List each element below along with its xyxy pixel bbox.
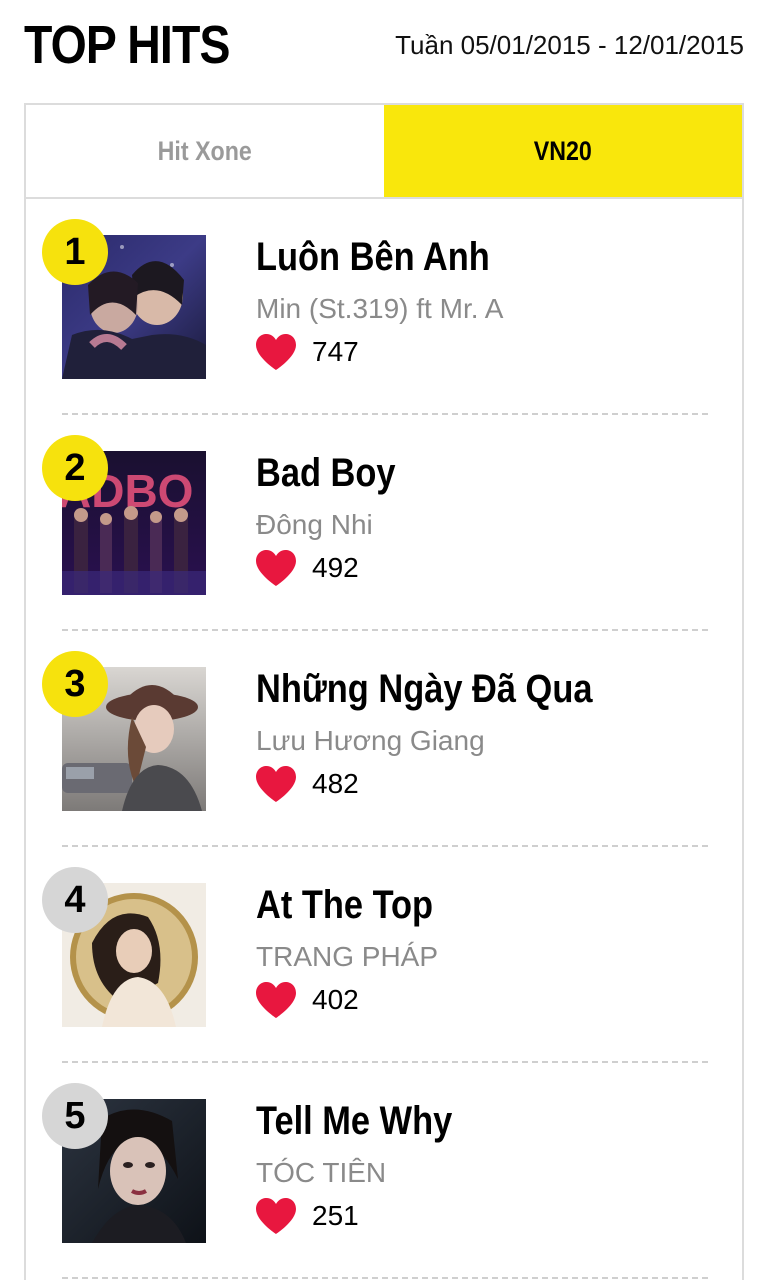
- like-count: 402: [312, 984, 359, 1015]
- like-group[interactable]: 251: [254, 1197, 359, 1235]
- like-count: 482: [312, 768, 359, 799]
- tab-vn20[interactable]: VN20: [384, 105, 742, 197]
- like-group[interactable]: 482: [254, 765, 359, 803]
- like-count: 251: [312, 1200, 359, 1231]
- heart-icon[interactable]: [254, 549, 298, 587]
- page-title: TOP HITS: [24, 15, 230, 75]
- tab-label: VN20: [533, 135, 593, 166]
- tab-hit-xone[interactable]: Hit Xone: [26, 105, 384, 197]
- list-item[interactable]: 4 At The Top TRANG PHÁP 402: [26, 847, 742, 1063]
- week-range: Tuần 05/01/2015 - 12/01/2015: [395, 30, 744, 60]
- tab-label: Hit Xone: [157, 135, 253, 166]
- chart-panel: Hit Xone VN20 1 Luôn Bên Anh Min (St.319…: [24, 103, 744, 1280]
- song-title[interactable]: Bad Boy: [256, 451, 396, 496]
- list-item[interactable]: 1 Luôn Bên Anh Min (St.319) ft Mr. A 747: [26, 199, 742, 415]
- heart-icon[interactable]: [254, 333, 298, 371]
- rank-badge: 3: [42, 651, 108, 717]
- artist-name: Min (St.319) ft Mr. A: [256, 293, 504, 324]
- song-title[interactable]: Luôn Bên Anh: [256, 235, 490, 280]
- artist-name: TÓC TIÊN: [256, 1157, 387, 1188]
- song-title[interactable]: At The Top: [256, 883, 433, 928]
- list-item[interactable]: 2 ADBO Bad Boy Đông Nhi 492: [26, 415, 742, 631]
- song-title[interactable]: Những Ngày Đã Qua: [256, 667, 592, 712]
- artist-name: Lưu Hương Giang: [256, 725, 485, 756]
- like-count: 747: [312, 336, 359, 367]
- tab-bar: Hit Xone VN20: [26, 105, 742, 199]
- rank-badge: 2: [42, 435, 108, 501]
- song-title[interactable]: Tell Me Why: [256, 1099, 452, 1144]
- rank-badge: 1: [42, 219, 108, 285]
- list-item[interactable]: 5 Tell Me Why TÓC TIÊN 251: [26, 1063, 742, 1279]
- rank-badge: 4: [42, 867, 108, 933]
- rank-badge: 5: [42, 1083, 108, 1149]
- artist-name: Đông Nhi: [256, 509, 373, 540]
- heart-icon[interactable]: [254, 981, 298, 1019]
- list-item[interactable]: 3 Những Ngày Đã Qua Lưu Hương Giang 482: [26, 631, 742, 847]
- heart-icon[interactable]: [254, 1197, 298, 1235]
- artist-name: TRANG PHÁP: [256, 941, 439, 972]
- like-group[interactable]: 402: [254, 981, 359, 1019]
- heart-icon[interactable]: [254, 765, 298, 803]
- like-group[interactable]: 492: [254, 549, 359, 587]
- divider: [62, 1277, 708, 1279]
- like-count: 492: [312, 552, 359, 583]
- like-group[interactable]: 747: [254, 333, 359, 371]
- header: TOP HITS Tuần 05/01/2015 - 12/01/2015: [0, 0, 768, 104]
